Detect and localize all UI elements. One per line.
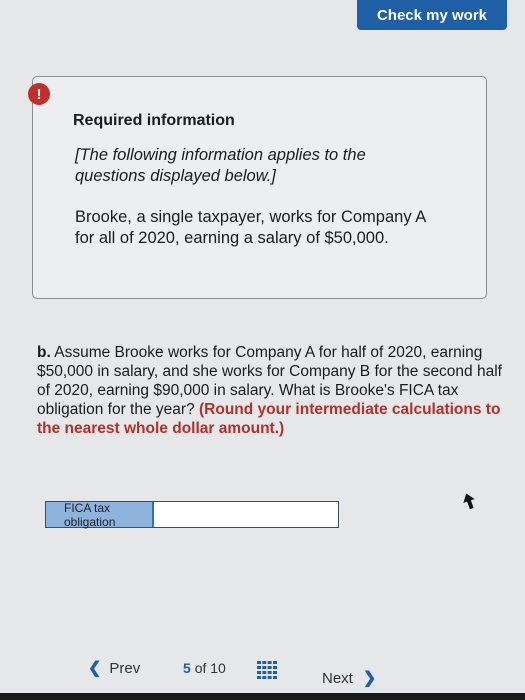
- prev-button[interactable]: ❮ Prev: [88, 658, 140, 678]
- page-indicator: 5 of 10: [183, 660, 226, 676]
- required-information-box: Required information [The following info…: [32, 76, 487, 299]
- chevron-left-icon: ❮: [88, 660, 102, 677]
- of-label: of: [194, 660, 207, 676]
- mouse-cursor-icon: [463, 493, 475, 510]
- current-page: 5: [183, 660, 191, 676]
- total-pages: 10: [210, 660, 226, 676]
- prev-label: Prev: [109, 659, 141, 677]
- info-body: Brooke, a single taxpayer, works for Com…: [75, 208, 426, 247]
- bottom-edge: [0, 693, 525, 700]
- fica-tax-obligation-label: FICA tax obligation: [46, 501, 152, 529]
- question-text: b. Assume Brooke works for Company A for…: [37, 343, 507, 438]
- chevron-right-icon: ❯: [362, 670, 377, 687]
- fica-tax-obligation-input[interactable]: [152, 502, 338, 527]
- next-button[interactable]: Next ❯: [322, 668, 376, 688]
- answer-row: FICA tax obligation: [45, 501, 339, 529]
- next-label: Next: [322, 669, 353, 687]
- info-title: Required information: [73, 112, 235, 129]
- page: Check my work Required information [The …: [0, 0, 525, 700]
- info-italic-note: [The following information applies to th…: [75, 146, 366, 185]
- check-my-work-button[interactable]: Check my work: [357, 0, 507, 30]
- alert-icon: !: [28, 83, 50, 105]
- question-prefix: b.: [37, 344, 51, 361]
- grid-icon[interactable]: [257, 661, 277, 679]
